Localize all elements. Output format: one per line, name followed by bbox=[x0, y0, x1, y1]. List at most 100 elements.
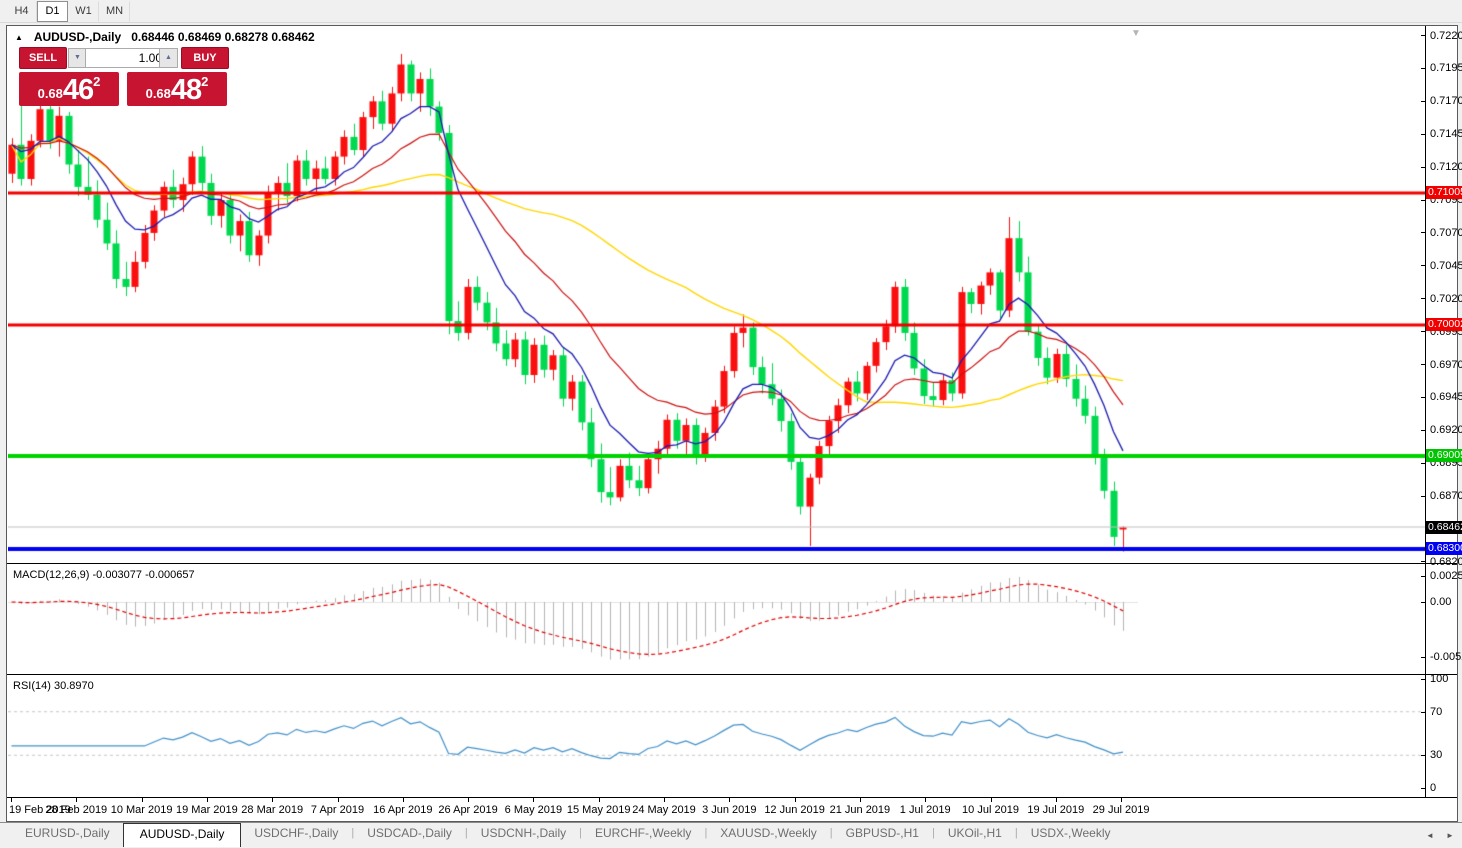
candlestick-chart-canvas[interactable] bbox=[8, 27, 1425, 563]
timeframe-button-mn[interactable]: MN bbox=[99, 1, 130, 22]
rsi-value: 30.8970 bbox=[54, 680, 94, 692]
tab-usdcad-daily[interactable]: USDCAD-,Daily bbox=[354, 823, 465, 844]
chart-window: ▲ AUDUSD-,Daily 0.68446 0.68469 0.68278 … bbox=[6, 25, 1458, 822]
tab-scroll-left-icon[interactable]: ◄ bbox=[1426, 831, 1434, 840]
macd-values: -0.003077 -0.000657 bbox=[92, 569, 194, 581]
tab-ukoil-h1[interactable]: UKOil-,H1 bbox=[935, 823, 1015, 844]
price-axis-label: 0.69200 bbox=[1430, 424, 1462, 436]
pane-separator[interactable] bbox=[7, 563, 1457, 564]
date-axis-label: 1 Jul 2019 bbox=[900, 804, 951, 816]
tab-xauusd-weekly[interactable]: XAUUSD-,Weekly bbox=[707, 823, 829, 844]
rsi-pane-canvas[interactable] bbox=[8, 676, 1425, 796]
date-axis-tick bbox=[1056, 798, 1057, 802]
price-axis-label: 0.70450 bbox=[1430, 260, 1462, 272]
timeframe-button-w1[interactable]: W1 bbox=[68, 1, 99, 22]
price-axis-tick bbox=[1421, 232, 1425, 233]
price-axis-tick bbox=[1421, 35, 1425, 36]
price-axis-label: 0.72200 bbox=[1430, 30, 1462, 42]
price-axis-tick bbox=[1421, 134, 1425, 135]
date-axis-label: 26 Apr 2019 bbox=[438, 804, 497, 816]
price-axis-label: 0.70700 bbox=[1430, 227, 1462, 239]
sell-button[interactable]: SELL bbox=[19, 47, 67, 69]
rsi-axis-label: 30 bbox=[1430, 749, 1442, 761]
price-axis-label: 0.71950 bbox=[1430, 62, 1462, 74]
one-click-collapse-icon[interactable]: ▲ bbox=[15, 33, 23, 42]
tab-usdx-weekly[interactable]: USDX-,Weekly bbox=[1018, 823, 1124, 844]
timeframe-button-h4[interactable]: H4 bbox=[6, 1, 37, 22]
date-axis-tick bbox=[403, 798, 404, 802]
date-axis-tick bbox=[795, 798, 796, 802]
price-axis-tick bbox=[1421, 496, 1425, 497]
date-axis-label: 7 Apr 2019 bbox=[311, 804, 364, 816]
buy-price-box[interactable]: 0.68 48 2 bbox=[127, 72, 227, 106]
tab-audusd-daily[interactable]: AUDUSD-,Daily bbox=[123, 823, 242, 847]
date-axis-label: 15 May 2019 bbox=[567, 804, 631, 816]
volume-increase-button[interactable]: ▲ bbox=[159, 48, 178, 68]
date-axis-tick bbox=[142, 798, 143, 802]
price-axis-tick bbox=[1421, 200, 1425, 201]
date-axis-label: 21 Jun 2019 bbox=[830, 804, 891, 816]
date-axis-label: 28 Feb 2019 bbox=[45, 804, 107, 816]
chart-tab-bar: ◄ ► EURUSD-,DailyAUDUSD-,DailyUSDCHF-,Da… bbox=[0, 822, 1462, 848]
tab-eurchf-weekly[interactable]: EURCHF-,Weekly bbox=[582, 823, 704, 844]
price-axis-tick bbox=[1421, 167, 1425, 168]
date-axis-tick bbox=[533, 798, 534, 802]
chart-title-row: ▲ AUDUSD-,Daily 0.68446 0.68469 0.68278 … bbox=[15, 30, 315, 44]
chart-title: AUDUSD-,Daily bbox=[34, 30, 121, 44]
date-axis-label: 19 Jul 2019 bbox=[1027, 804, 1084, 816]
price-axis-label: 0.71700 bbox=[1430, 95, 1462, 107]
price-line-badge: 0.68462 bbox=[1426, 521, 1462, 534]
price-axis-tick bbox=[1421, 331, 1425, 332]
price-axis-label: 0.70200 bbox=[1430, 293, 1462, 305]
date-axis-label: 10 Mar 2019 bbox=[111, 804, 173, 816]
date-axis-tick bbox=[729, 798, 730, 802]
date-axis-label: 28 Mar 2019 bbox=[241, 804, 303, 816]
tab-eurusd-daily[interactable]: EURUSD-,Daily bbox=[12, 823, 123, 844]
price-axis-label: 0.71200 bbox=[1430, 161, 1462, 173]
timeframe-button-d1[interactable]: D1 bbox=[37, 1, 68, 22]
sell-price-box[interactable]: 0.68 46 2 bbox=[19, 72, 119, 106]
date-axis-tick bbox=[76, 798, 77, 802]
date-axis-tick bbox=[664, 798, 665, 802]
price-line-badge: 0.70002 bbox=[1426, 318, 1462, 331]
tab-scroll-right-icon[interactable]: ► bbox=[1446, 831, 1454, 840]
date-axis-tick bbox=[991, 798, 992, 802]
pane-separator[interactable] bbox=[7, 674, 1457, 675]
date-axis-label: 16 Apr 2019 bbox=[373, 804, 432, 816]
price-axis-label: 0.68700 bbox=[1430, 490, 1462, 502]
price-axis-tick bbox=[1421, 561, 1425, 562]
rsi-axis-label: 100 bbox=[1430, 673, 1448, 685]
price-axis-label: 0.68200 bbox=[1430, 556, 1462, 568]
price-axis-border bbox=[1425, 26, 1426, 797]
date-axis-label: 24 May 2019 bbox=[632, 804, 696, 816]
sell-price-main: 46 bbox=[63, 75, 93, 105]
macd-axis-label: 0.00 bbox=[1430, 596, 1451, 608]
price-axis-tick bbox=[1421, 101, 1425, 102]
date-axis-tick bbox=[860, 798, 861, 802]
buy-price-sup: 2 bbox=[201, 74, 208, 89]
buy-price-prefix: 0.68 bbox=[146, 86, 171, 101]
macd-pane-canvas[interactable] bbox=[8, 565, 1425, 673]
price-line-badge: 0.71005 bbox=[1426, 186, 1462, 199]
date-axis-tick bbox=[272, 798, 273, 802]
sell-price-prefix: 0.68 bbox=[38, 86, 63, 101]
rsi-axis-tick bbox=[1421, 755, 1425, 756]
price-axis-tick bbox=[1421, 364, 1425, 365]
rsi-axis-tick bbox=[1421, 712, 1425, 713]
tab-usdcnh-daily[interactable]: USDCNH-,Daily bbox=[468, 823, 579, 844]
date-axis[interactable]: 19 Feb 201928 Feb 201910 Mar 201919 Mar … bbox=[7, 798, 1425, 820]
price-axis-tick bbox=[1421, 463, 1425, 464]
chart-shift-icon[interactable]: ▼ bbox=[1131, 28, 1141, 39]
macd-axis-label: -0.005234 bbox=[1430, 651, 1462, 663]
date-axis-tick bbox=[11, 798, 12, 802]
price-line-badge: 0.68300 bbox=[1426, 542, 1462, 555]
macd-axis-tick bbox=[1421, 602, 1425, 603]
volume-input[interactable] bbox=[85, 48, 167, 68]
rsi-axis-tick bbox=[1421, 679, 1425, 680]
tab-gbpusd-h1[interactable]: GBPUSD-,H1 bbox=[833, 823, 932, 844]
price-axis-label: 0.69700 bbox=[1430, 359, 1462, 371]
date-axis-tick bbox=[599, 798, 600, 802]
tab-usdchf-daily[interactable]: USDCHF-,Daily bbox=[241, 823, 351, 844]
buy-button[interactable]: BUY bbox=[181, 47, 229, 69]
date-axis-label: 12 Jun 2019 bbox=[764, 804, 825, 816]
